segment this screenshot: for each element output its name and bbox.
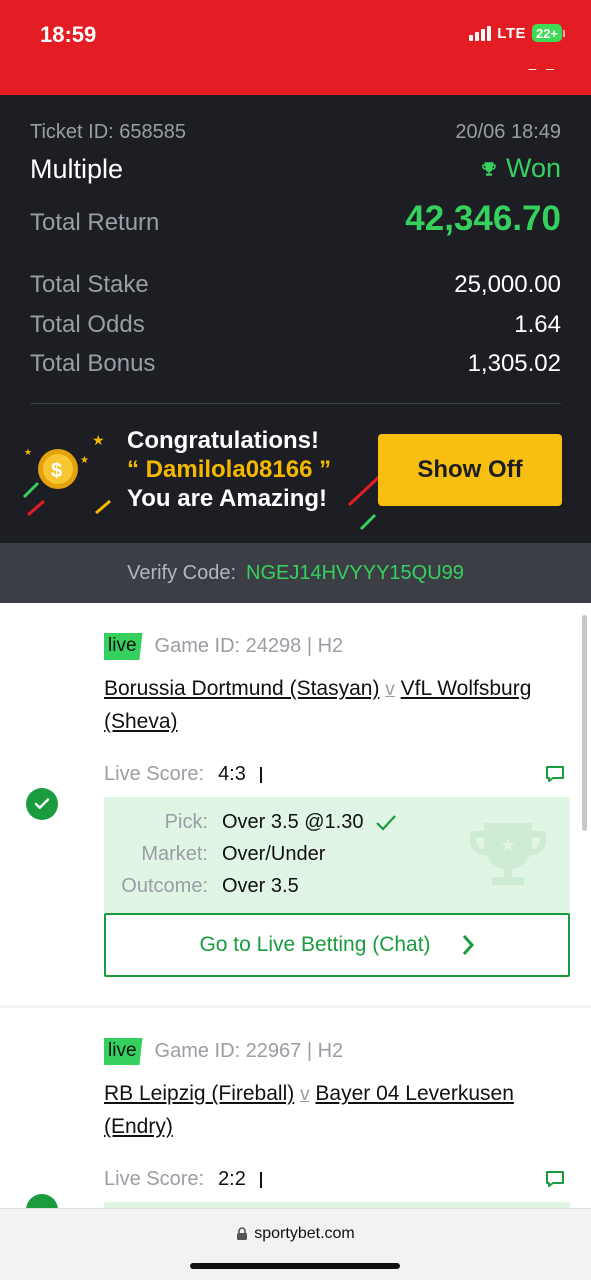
verify-code-label: Verify Code: [127, 561, 237, 584]
selection-card: live Game ID: 22967 | H2 RB Leipzig (Fir… [0, 1008, 591, 1226]
total-odds-value: 1.64 [514, 311, 561, 338]
game-header: live Game ID: 22967 | H2 [104, 1038, 343, 1065]
chevron-right-icon [462, 935, 474, 955]
live-score: Live Score: 4:3 [104, 763, 262, 786]
congrats-banner: ★ ★ ★ $ Congratulations! “ Damilola08166… [0, 425, 591, 537]
outcome-label: Outcome: [121, 875, 208, 897]
coin-decoration-icon: ★ ★ ★ $ [22, 432, 111, 517]
live-betting-label: Go to Live Betting (Chat) [199, 933, 431, 956]
svg-text:★: ★ [80, 455, 89, 466]
ticket-datetime: 20/06 18:49 [455, 121, 561, 143]
total-odds-label: Total Odds [30, 311, 145, 338]
pick-value: Over 3.5 @1.30 [222, 811, 364, 833]
home-team[interactable]: RB Leipzig (Fireball) [104, 1082, 294, 1105]
away-team-player[interactable]: (Endry) [104, 1115, 173, 1138]
live-score-label: Live Score: [104, 763, 205, 785]
lock-icon [237, 1227, 248, 1240]
total-bonus-label: Total Bonus [30, 350, 156, 377]
pick-details: ★ Pick: Over 3.5 @1.30 Market: Over/Unde… [104, 797, 570, 915]
url-text: sportybet.com [254, 1225, 355, 1242]
match-teams[interactable]: RB Leipzig (Fireball) v Bayer 04 Leverku… [104, 1078, 564, 1143]
market-label: Market: [141, 843, 208, 865]
game-id: Game ID: 22967 | H2 [154, 1040, 344, 1062]
congrats-title: Congratulations! [127, 427, 319, 454]
svg-text:$: $ [51, 460, 62, 482]
verify-code-bar: Verify Code: NGEJ14HVYYY15QU99 [0, 543, 591, 603]
total-return-value: 42,346.70 [405, 199, 561, 238]
market-value: Over/Under [222, 843, 326, 865]
battery-level: 22+ [532, 24, 562, 42]
score-separator [259, 1171, 262, 1188]
live-badge: live [104, 1038, 143, 1065]
status-bar: 18:59 LTE 22+ – – [0, 0, 591, 95]
outcome-value: Over 3.5 [222, 875, 299, 897]
game-id: Game ID: 24298 | H2 [154, 635, 344, 657]
scrollbar[interactable] [582, 615, 587, 831]
network-type: LTE [497, 24, 526, 42]
home-team[interactable]: Borussia Dortmund (Stasyan) [104, 677, 379, 700]
status-badge: Won [480, 153, 561, 184]
browser-bottom-bar: sportybet.com [0, 1208, 591, 1280]
chat-icon[interactable] [545, 765, 565, 783]
live-score-value: 4:3 [218, 763, 246, 785]
live-betting-button[interactable]: Go to Live Betting (Chat) [104, 913, 570, 977]
status-text: Won [505, 153, 561, 183]
show-off-button[interactable]: Show Off [378, 434, 562, 506]
url-bar[interactable]: sportybet.com [0, 1225, 591, 1243]
won-check-icon [26, 788, 58, 820]
divider [30, 403, 561, 404]
pick-check-icon [376, 814, 397, 831]
header-dashes: – – [528, 60, 557, 76]
chat-icon[interactable] [545, 1170, 565, 1188]
congrats-username: “ Damilola08166 ” [127, 456, 332, 483]
match-teams[interactable]: Borussia Dortmund (Stasyan) v VfL Wolfsb… [104, 673, 564, 738]
verify-code-value[interactable]: NGEJ14HVYYY15QU99 [246, 562, 464, 585]
selection-card: live Game ID: 24298 | H2 Borussia Dortmu… [0, 603, 591, 1005]
bet-type: Multiple [30, 153, 124, 184]
congrats-message: You are Amazing! [127, 485, 328, 512]
live-score: Live Score: 2:2 [104, 1168, 262, 1191]
status-time: 18:59 [40, 22, 97, 47]
signal-icon [469, 25, 492, 41]
svg-text:★: ★ [24, 447, 32, 457]
battery-icon: 22+ [532, 24, 565, 42]
away-team[interactable]: Bayer 04 Leverkusen [315, 1082, 513, 1105]
ticket-id: Ticket ID: 658585 [30, 121, 187, 143]
game-header: live Game ID: 24298 | H2 [104, 633, 343, 660]
live-score-value: 2:2 [218, 1168, 246, 1190]
ticket-summary-card: Ticket ID: 658585 20/06 18:49 Multiple W… [0, 95, 591, 543]
pick-label: Pick: [164, 811, 208, 833]
trophy-icon [482, 161, 496, 176]
versus: v [300, 1084, 310, 1105]
total-stake-value: 25,000.00 [454, 271, 561, 298]
total-return-label: Total Return [30, 209, 160, 236]
svg-text:★: ★ [92, 432, 105, 448]
total-stake-label: Total Stake [30, 271, 149, 298]
status-indicators: LTE 22+ [469, 24, 565, 42]
live-score-label: Live Score: [104, 1168, 205, 1190]
total-bonus-value: 1,305.02 [467, 350, 561, 377]
home-indicator[interactable] [190, 1263, 400, 1269]
score-separator [259, 766, 262, 783]
versus: v [385, 679, 395, 700]
away-team[interactable]: VfL Wolfsburg [401, 677, 532, 700]
live-badge: live [104, 633, 143, 660]
away-team-player[interactable]: (Sheva) [104, 710, 178, 733]
